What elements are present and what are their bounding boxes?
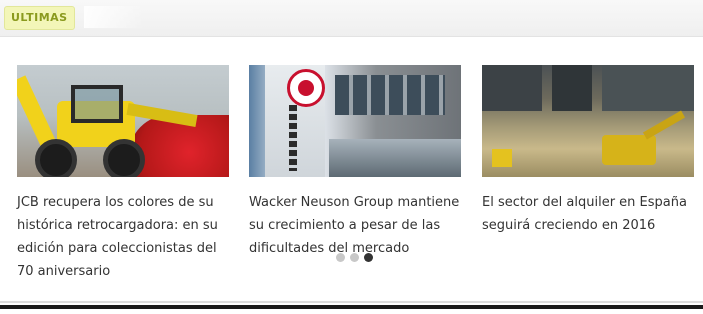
- excavator: [602, 135, 656, 165]
- building-windows: [335, 75, 445, 115]
- news-card-headline[interactable]: Wacker Neuson Group mantiene su crecimie…: [249, 191, 463, 260]
- section-header-bar: ULTIMAS: [0, 0, 703, 37]
- excavator-boom: [642, 110, 686, 140]
- loader-wheel: [103, 139, 145, 177]
- loader-wheel: [35, 139, 77, 177]
- news-card-headline[interactable]: El sector del alquiler en España seguirá…: [482, 191, 696, 237]
- news-card-image[interactable]: [482, 65, 694, 177]
- loader-cab: [71, 85, 123, 123]
- bottom-border: [0, 305, 703, 309]
- pagination-dot-active[interactable]: [364, 253, 373, 262]
- news-card-headline[interactable]: JCB recupera los colores de su histórica…: [17, 191, 231, 283]
- tab-fade: [84, 6, 144, 28]
- news-card[interactable]: El sector del alquiler en España seguirá…: [482, 65, 694, 237]
- background-building: [602, 65, 694, 111]
- news-card[interactable]: JCB recupera los colores de su histórica…: [17, 65, 229, 283]
- machine: [492, 149, 512, 167]
- news-card-image[interactable]: [17, 65, 229, 177]
- building-entrance: [329, 139, 461, 177]
- divider: [0, 301, 703, 303]
- news-card-image[interactable]: [249, 65, 461, 177]
- pagination-dot[interactable]: [336, 253, 345, 262]
- news-card[interactable]: Wacker Neuson Group mantiene su crecimie…: [249, 65, 461, 260]
- company-logo-sign: [287, 69, 325, 107]
- background-building: [482, 65, 542, 111]
- section-tab-ultimas[interactable]: ULTIMAS: [4, 6, 75, 30]
- pagination-dot[interactable]: [350, 253, 359, 262]
- carousel-pagination: [336, 253, 373, 263]
- vertical-sign: [289, 105, 297, 171]
- background-building: [552, 65, 592, 111]
- red-bucket: [129, 115, 229, 177]
